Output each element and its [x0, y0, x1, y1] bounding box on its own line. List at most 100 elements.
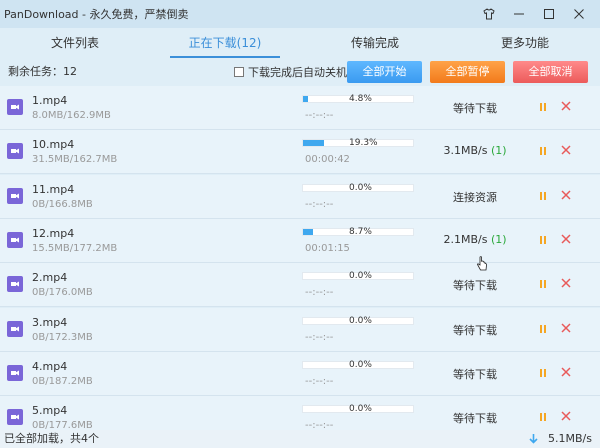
- pause-icon[interactable]: [538, 101, 548, 113]
- pause-all-button[interactable]: 全部暂停: [430, 61, 505, 83]
- maximize-button[interactable]: [534, 0, 564, 28]
- window-close-button[interactable]: [564, 0, 594, 28]
- auto-shutdown-label: 下载完成后自动关机: [248, 66, 347, 79]
- auto-shutdown-option[interactable]: 下载完成后自动关机: [234, 58, 347, 86]
- tab-more-features[interactable]: 更多功能: [450, 28, 600, 58]
- file-size-progress: 0B/177.6MB: [32, 420, 93, 430]
- remaining-time: --:--:--: [305, 376, 334, 387]
- remaining-time: 00:00:42: [305, 154, 350, 165]
- progress-percent: 4.8%: [349, 94, 372, 104]
- download-row[interactable]: 12.mp4 15.5MB/177.2MB 8.7% 00:01:15 2.1M…: [0, 219, 600, 263]
- pause-icon[interactable]: [538, 190, 548, 202]
- progress-percent: 19.3%: [349, 138, 378, 148]
- file-size-progress: 31.5MB/162.7MB: [32, 154, 118, 165]
- file-size-progress: 0B/187.2MB: [32, 376, 93, 387]
- download-status: 连接资源: [430, 189, 520, 205]
- tab-completed[interactable]: 传输完成: [300, 28, 450, 58]
- pause-icon[interactable]: [538, 323, 548, 335]
- connection-count: (1): [490, 233, 507, 246]
- minimize-icon: [514, 13, 524, 15]
- auto-shutdown-checkbox[interactable]: [234, 67, 244, 77]
- file-size-progress: 15.5MB/177.2MB: [32, 243, 118, 254]
- download-status: 等待下载: [430, 277, 520, 293]
- load-status: 已全部加载，共4个: [4, 432, 99, 445]
- status-text: 2.1MB/s: [443, 233, 488, 246]
- close-icon[interactable]: [561, 278, 571, 288]
- title-bar: PanDownload - 永久免费，严禁倒卖: [0, 0, 600, 28]
- maximize-icon: [544, 9, 554, 19]
- remaining-time: --:--:--: [305, 110, 334, 121]
- close-icon[interactable]: [561, 411, 571, 421]
- pause-icon[interactable]: [538, 234, 548, 246]
- remaining-time: --:--:--: [305, 199, 334, 210]
- progress-percent: 0.0%: [349, 183, 372, 193]
- status-text: 等待下载: [453, 102, 497, 115]
- download-row[interactable]: 2.mp4 0B/176.0MB 0.0% --:--:-- 等待下载: [0, 263, 600, 307]
- skin-button[interactable]: [474, 0, 504, 28]
- remaining-time: --:--:--: [305, 332, 334, 343]
- remaining-time: --:--:--: [305, 287, 334, 298]
- video-file-icon: [7, 321, 23, 337]
- download-row[interactable]: 1.mp4 8.0MB/162.9MB 4.8% --:--:-- 等待下载: [0, 86, 600, 130]
- total-speed: 5.1MB/s: [529, 430, 592, 448]
- remaining-time: --:--:--: [305, 420, 334, 430]
- status-text: 等待下载: [453, 324, 497, 337]
- status-text: 连接资源: [453, 191, 497, 204]
- download-row[interactable]: 3.mp4 0B/172.3MB 0.0% --:--:-- 等待下载: [0, 308, 600, 352]
- tab-file-list[interactable]: 文件列表: [0, 28, 150, 58]
- pause-icon[interactable]: [538, 278, 548, 290]
- pause-icon[interactable]: [538, 367, 548, 379]
- shirt-icon: [483, 8, 495, 20]
- file-name: 12.mp4: [32, 227, 75, 240]
- close-icon[interactable]: [561, 367, 571, 377]
- close-icon[interactable]: [561, 145, 571, 155]
- toolbar: 剩余任务：12 下载完成后自动关机 全部开始 全部暂停 全部取消: [0, 58, 600, 86]
- window-title: PanDownload - 永久免费，严禁倒卖: [4, 8, 189, 21]
- minimize-button[interactable]: [504, 0, 534, 28]
- video-file-icon: [7, 99, 23, 115]
- close-icon[interactable]: [561, 323, 571, 333]
- download-arrow-icon: [529, 434, 538, 444]
- pause-icon[interactable]: [538, 411, 548, 423]
- video-file-icon: [7, 409, 23, 425]
- progress-percent: 0.0%: [349, 360, 372, 370]
- download-status: 等待下载: [430, 366, 520, 382]
- download-row[interactable]: 4.mp4 0B/187.2MB 0.0% --:--:-- 等待下载: [0, 352, 600, 396]
- download-status: 3.1MB/s (1): [430, 144, 520, 157]
- download-row[interactable]: 11.mp4 0B/166.8MB 0.0% --:--:-- 连接资源: [0, 175, 600, 219]
- connection-count: (1): [490, 144, 507, 157]
- file-name: 3.mp4: [32, 316, 68, 329]
- file-name: 2.mp4: [32, 271, 68, 284]
- file-size-progress: 0B/172.3MB: [32, 332, 93, 343]
- status-text: 等待下载: [453, 412, 497, 425]
- close-icon[interactable]: [561, 234, 571, 244]
- start-all-button[interactable]: 全部开始: [347, 61, 422, 83]
- close-icon[interactable]: [561, 101, 571, 111]
- status-text: 3.1MB/s: [443, 144, 488, 157]
- video-file-icon: [7, 365, 23, 381]
- download-row[interactable]: 10.mp4 31.5MB/162.7MB 19.3% 00:00:42 3.1…: [0, 130, 600, 174]
- tab-downloading[interactable]: 正在下载(12): [150, 28, 300, 58]
- remaining-tasks: 剩余任务：12: [8, 65, 77, 78]
- status-bar: 已全部加载，共4个 5.1MB/s: [0, 430, 600, 448]
- video-file-icon: [7, 188, 23, 204]
- window-controls: [474, 0, 594, 28]
- progress-percent: 0.0%: [349, 271, 372, 281]
- file-name: 4.mp4: [32, 360, 68, 373]
- file-size-progress: 0B/166.8MB: [32, 199, 93, 210]
- download-row[interactable]: 5.mp4 0B/177.6MB 0.0% --:--:-- 等待下载: [0, 396, 600, 430]
- progress-fill: [303, 96, 309, 102]
- file-size-progress: 8.0MB/162.9MB: [32, 110, 111, 121]
- cancel-all-button[interactable]: 全部取消: [513, 61, 588, 83]
- video-file-icon: [7, 143, 23, 159]
- main-tabs: 文件列表 正在下载(12) 传输完成 更多功能: [0, 28, 600, 58]
- file-name: 5.mp4: [32, 404, 68, 417]
- download-status: 等待下载: [430, 322, 520, 338]
- pause-icon[interactable]: [538, 145, 548, 157]
- progress-percent: 0.0%: [349, 316, 372, 326]
- window-close-icon: [574, 9, 584, 19]
- download-status: 等待下载: [430, 100, 520, 116]
- remaining-time: 00:01:15: [305, 243, 350, 254]
- close-icon[interactable]: [561, 190, 571, 200]
- video-file-icon: [7, 276, 23, 292]
